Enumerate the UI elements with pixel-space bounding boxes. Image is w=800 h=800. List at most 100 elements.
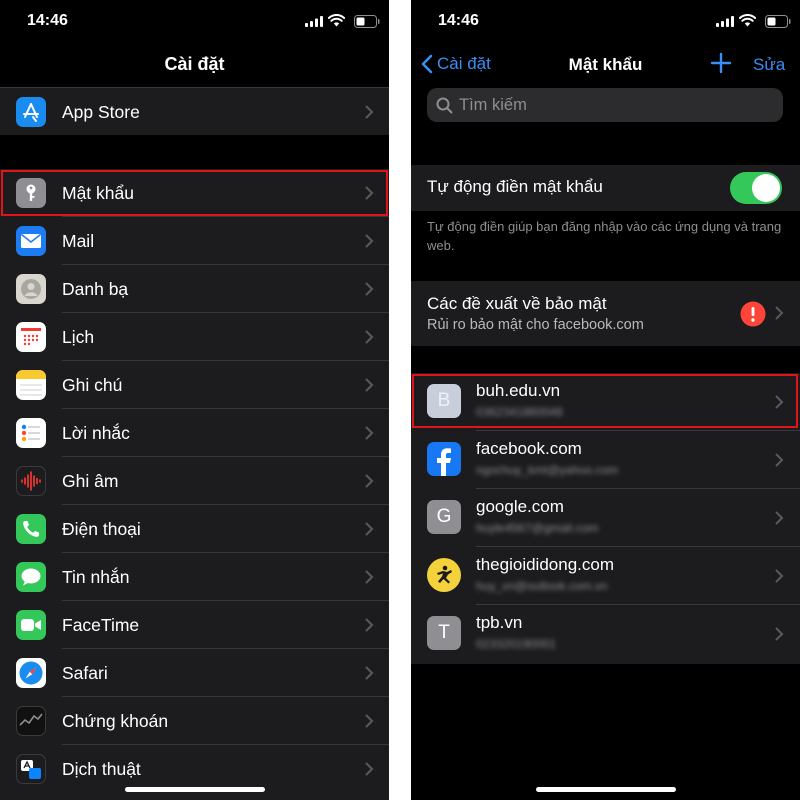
settings-item-label: Chứng khoán — [62, 711, 169, 731]
settings-group-store: App Store — [0, 87, 389, 135]
settings-item-label: Dịch thuật — [62, 759, 141, 779]
chevron-right-icon — [365, 618, 374, 632]
chevron-right-icon — [365, 570, 374, 584]
autofill-note: Tự động điền giúp bạn đăng nhập vào các … — [427, 219, 782, 253]
safari-icon — [16, 658, 46, 688]
letter-t-icon: T — [427, 616, 461, 650]
security-subtitle: Rủi ro bảo mật cho facebook.com — [427, 317, 644, 333]
app-store-icon — [16, 97, 46, 127]
battery-icon — [354, 15, 380, 28]
chevron-right-icon — [365, 378, 374, 392]
toggle-knob — [752, 174, 780, 202]
status-time: 14:46 — [438, 12, 479, 29]
settings-item-label: Ghi âm — [62, 471, 119, 491]
settings-item-voice-memos[interactable]: Ghi âm — [0, 457, 389, 505]
letter-g-icon: G — [427, 500, 461, 534]
account-row[interactable]: T tpb.vn 023320190001 — [411, 605, 800, 663]
autofill-label: Tự động điền mật khẩu — [427, 177, 603, 196]
account-site: thegioididong.com — [476, 555, 614, 574]
chevron-right-icon — [365, 522, 374, 536]
settings-item-safari[interactable]: Safari — [0, 649, 389, 697]
security-title: Các đề xuất về bảo mật — [427, 294, 607, 313]
notes-icon — [16, 370, 46, 400]
settings-item-app-store[interactable]: App Store — [0, 88, 389, 136]
chevron-right-icon — [365, 330, 374, 344]
highlight-box-passwords — [1, 170, 388, 216]
chevron-right-icon — [775, 511, 784, 525]
reminders-icon — [16, 418, 46, 448]
settings-item-label: Danh bạ — [62, 279, 129, 299]
account-username: 023320190001 — [476, 637, 557, 651]
settings-item-facetime[interactable]: FaceTime — [0, 601, 389, 649]
settings-item-label: Mail — [62, 231, 95, 251]
settings-item-reminders[interactable]: Lời nhắc — [0, 409, 389, 457]
cellular-signal-icon — [305, 16, 323, 27]
account-site: google.com — [476, 497, 564, 516]
status-time: 14:46 — [27, 12, 68, 29]
cellular-signal-icon — [716, 16, 734, 27]
mail-icon — [16, 226, 46, 256]
settings-item-stocks[interactable]: Chứng khoán — [0, 697, 389, 745]
search-placeholder: Tìm kiếm — [459, 95, 527, 114]
page-title: Cài đặt — [164, 54, 225, 74]
chevron-right-icon — [365, 666, 374, 680]
chevron-right-icon — [365, 714, 374, 728]
battery-icon — [765, 15, 791, 28]
chevron-right-icon — [365, 105, 374, 119]
highlight-box-account — [412, 374, 798, 428]
home-indicator — [535, 787, 676, 792]
chevron-right-icon — [775, 627, 784, 641]
thegioididong-icon — [427, 558, 461, 592]
home-indicator — [124, 787, 265, 792]
account-site: facebook.com — [476, 439, 582, 458]
chevron-right-icon — [365, 426, 374, 440]
facebook-icon — [427, 442, 461, 476]
settings-item-translate[interactable]: Dịch thuật — [0, 745, 389, 793]
stocks-icon — [16, 706, 46, 736]
settings-item-messages[interactable]: Tin nhắn — [0, 553, 389, 601]
chevron-right-icon — [365, 762, 374, 776]
settings-screen: 14:46 Cài đặt App Store Mật khẩu Mail Da… — [0, 0, 389, 800]
account-row[interactable]: thegioididong.com huy_vn@outlook.com.vn — [411, 547, 800, 605]
settings-item-mail[interactable]: Mail — [0, 217, 389, 265]
autofill-toggle[interactable] — [730, 172, 782, 204]
messages-icon — [16, 562, 46, 592]
chevron-right-icon — [365, 234, 374, 248]
account-username: huyle4567@gmail.com — [476, 521, 599, 535]
chevron-right-icon — [365, 474, 374, 488]
search-input[interactable]: Tìm kiếm — [427, 88, 783, 122]
settings-item-label: Ghi chú — [62, 375, 123, 395]
wifi-icon — [328, 14, 345, 27]
settings-item-label: Điện thoại — [62, 519, 141, 539]
settings-item-notes[interactable]: Ghi chú — [0, 361, 389, 409]
translate-icon — [16, 754, 46, 784]
security-recommendations-row[interactable]: Các đề xuất về bảo mật Rủi ro bảo mật ch… — [411, 281, 800, 346]
passwords-screen: 14:46 Cài đặt Mật khẩu Sửa Tìm kiếm Tự đ… — [411, 0, 800, 800]
chevron-right-icon — [775, 569, 784, 583]
settings-item-label: Lịch — [62, 327, 95, 347]
settings-item-contacts[interactable]: Danh bạ — [0, 265, 389, 313]
account-username: ngochuy_kmt@yahoo.com — [476, 463, 619, 477]
settings-item-label: Safari — [62, 663, 108, 683]
add-password-button[interactable] — [710, 52, 732, 74]
settings-item-phone[interactable]: Điện thoại — [0, 505, 389, 553]
settings-item-label: FaceTime — [62, 615, 140, 635]
facetime-icon — [16, 610, 46, 640]
settings-item-label: Lời nhắc — [62, 423, 130, 443]
account-username: huy_vn@outlook.com.vn — [476, 579, 608, 593]
account-site: tpb.vn — [476, 613, 523, 632]
settings-item-label: App Store — [62, 102, 140, 122]
wifi-icon — [739, 14, 756, 27]
calendar-icon — [16, 322, 46, 352]
edit-button[interactable]: Sửa — [753, 55, 785, 75]
settings-item-calendar[interactable]: Lịch — [0, 313, 389, 361]
contacts-icon — [16, 274, 46, 304]
chevron-right-icon — [775, 306, 784, 320]
account-row[interactable]: facebook.com ngochuy_kmt@yahoo.com — [411, 431, 800, 489]
settings-item-label: Tin nhắn — [62, 567, 130, 587]
chevron-right-icon — [775, 453, 784, 467]
warning-icon — [740, 301, 766, 327]
phone-icon — [16, 514, 46, 544]
account-row[interactable]: G google.com huyle4567@gmail.com — [411, 489, 800, 547]
settings-group-apps: Mật khẩu Mail Danh bạ Lịch Ghi chú Lời n… — [0, 169, 389, 800]
